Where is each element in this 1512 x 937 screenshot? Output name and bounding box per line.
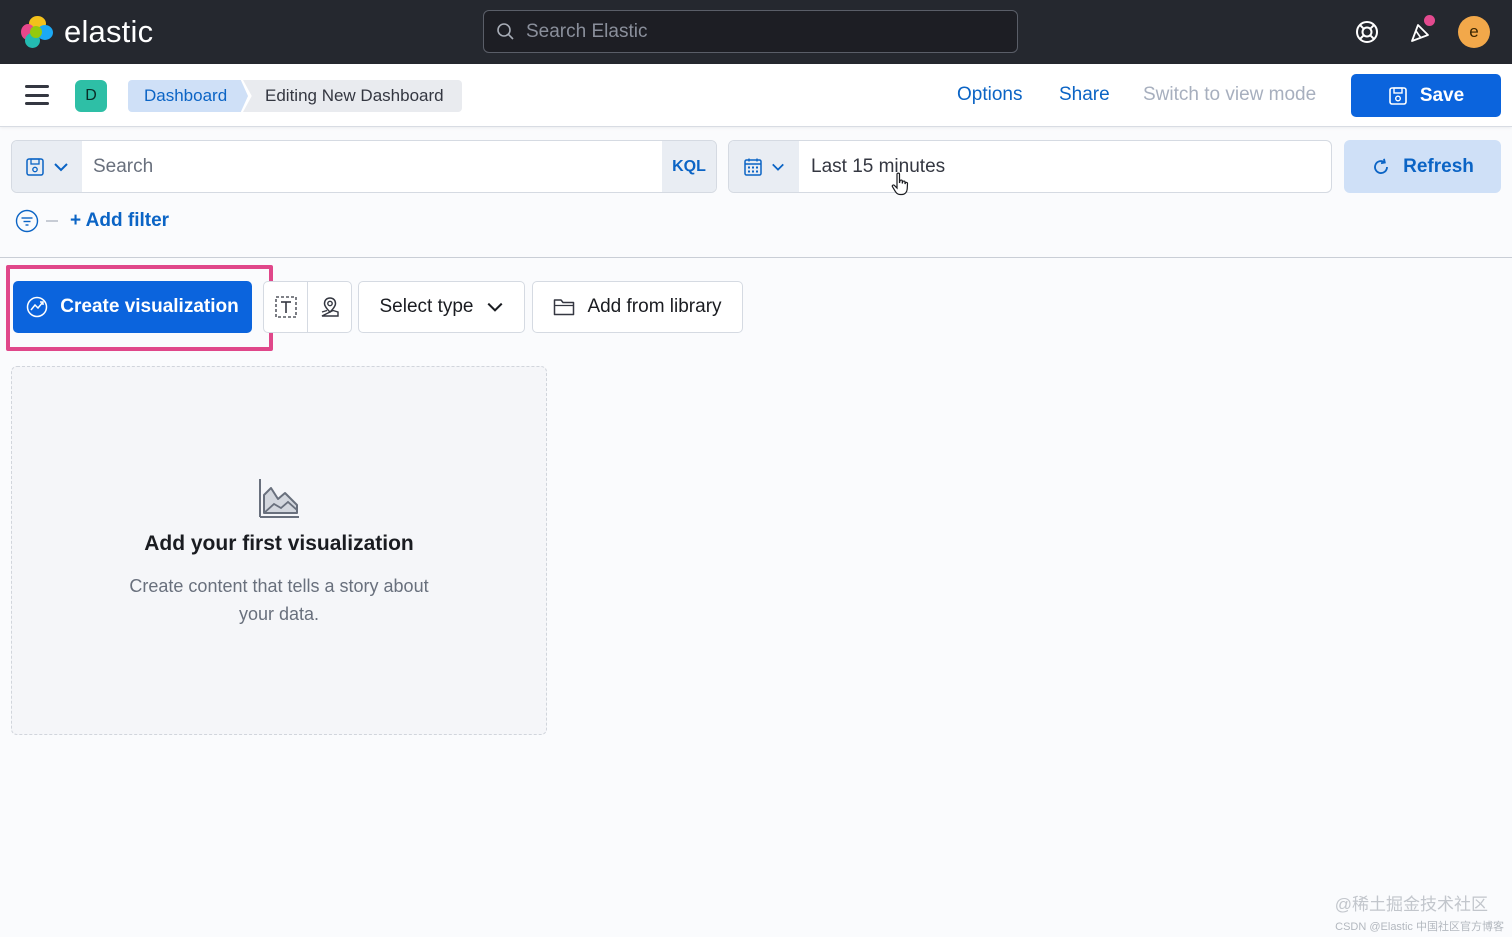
query-search-input[interactable] (82, 141, 662, 192)
space-avatar[interactable]: D (75, 80, 107, 112)
select-type-label: Select type (379, 296, 474, 317)
visualize-icon (27, 296, 48, 318)
save-button[interactable]: Save (1351, 74, 1501, 117)
menu-toggle-button[interactable] (22, 82, 52, 108)
folder-icon (554, 299, 575, 316)
watermark-juejin: @稀土掘金技术社区 (1334, 895, 1488, 914)
time-range-display[interactable]: Last 15 minutes (799, 141, 945, 192)
app-navbar: D Dashboard Editing New Dashboard Option… (0, 64, 1512, 127)
watermark-csdn: CSDN @Elastic 中国社区官方博客 (1335, 921, 1504, 933)
help-icon (1356, 21, 1378, 43)
global-header: elastic e (0, 0, 1512, 64)
news-feed-button[interactable] (1403, 14, 1439, 50)
breadcrumb-dashboard[interactable]: Dashboard (128, 80, 248, 112)
empty-dashboard-panel: Add your first visualization Create cont… (11, 366, 547, 735)
chevron-down-icon (487, 302, 502, 312)
map-marker-icon (321, 297, 339, 317)
menu-icon-line (25, 93, 49, 97)
quick-create-group (263, 281, 352, 333)
pointer-cursor-icon (891, 172, 909, 196)
global-search-box[interactable] (483, 10, 1018, 53)
elastic-logo[interactable]: elastic (20, 14, 153, 50)
calendar-icon (744, 158, 762, 176)
query-bar: KQL (11, 140, 717, 193)
divider (0, 257, 1512, 258)
add-map-button[interactable] (307, 282, 351, 332)
chevron-down-icon (772, 163, 784, 171)
add-from-library-label: Add from library (587, 296, 722, 317)
menu-icon-line (25, 102, 49, 105)
add-from-library-button[interactable]: Add from library (532, 281, 743, 333)
query-language-button[interactable]: KQL (662, 141, 716, 192)
share-link[interactable]: Share (1059, 84, 1110, 106)
switch-view-mode-link[interactable]: Switch to view mode (1143, 84, 1316, 106)
select-type-button[interactable]: Select type (358, 281, 525, 333)
empty-state-title: Add your first visualization (144, 532, 414, 555)
search-icon (497, 22, 514, 40)
save-icon (1389, 86, 1407, 105)
notification-dot (1424, 15, 1435, 26)
filter-bar: + Add filter (15, 207, 169, 235)
save-label: Save (1419, 84, 1465, 106)
area-chart-icon (259, 479, 299, 518)
create-visualization-button[interactable]: Create visualization (13, 281, 252, 333)
breadcrumb-current: Editing New Dashboard (243, 80, 462, 112)
refresh-button[interactable]: Refresh (1344, 140, 1501, 193)
options-link[interactable]: Options (957, 84, 1022, 106)
refresh-label: Refresh (1403, 155, 1474, 177)
chevron-down-icon (54, 162, 68, 171)
elastic-logo-text: elastic (64, 14, 154, 49)
saved-query-icon (26, 157, 44, 176)
help-button[interactable] (1349, 14, 1385, 50)
menu-icon-line (25, 85, 49, 88)
empty-state-description: Create content that tells a story about … (129, 576, 429, 624)
elastic-logo-icon (20, 15, 54, 49)
add-text-button[interactable] (264, 282, 307, 332)
quick-menu-button[interactable] (729, 141, 799, 192)
add-filter-button[interactable]: + Add filter (70, 210, 169, 232)
create-visualization-label: Create visualization (60, 296, 239, 317)
filter-separator (46, 220, 58, 222)
refresh-icon (1374, 158, 1389, 174)
text-icon (274, 296, 297, 318)
date-picker: Last 15 minutes (728, 140, 1332, 193)
user-avatar[interactable]: e (1458, 16, 1490, 48)
global-search-input[interactable] (526, 20, 1006, 43)
filter-menu-icon[interactable] (15, 209, 39, 233)
saved-query-menu-button[interactable] (12, 141, 82, 192)
